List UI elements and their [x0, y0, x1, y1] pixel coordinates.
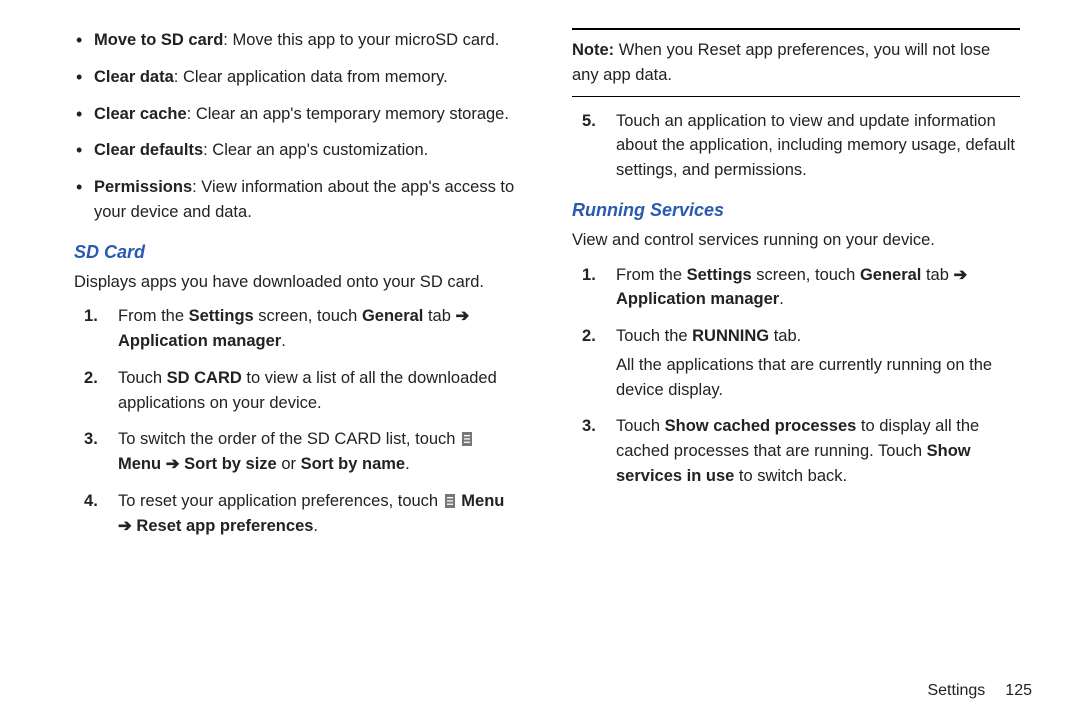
- step-3: To switch the order of the SD CARD list,…: [74, 427, 518, 477]
- option-bullet-list: Move to SD card: Move this app to your m…: [74, 28, 518, 225]
- rs-step-1: From the Settings screen, touch General …: [572, 263, 1020, 313]
- option-bullet: Clear defaults: Clear an app's customiza…: [92, 138, 518, 163]
- note-block: Note: When you Reset app preferences, yo…: [572, 38, 1020, 88]
- note-rule-top: [572, 28, 1020, 30]
- page-footer: Settings 125: [927, 682, 1032, 700]
- manual-page: Move to SD card: Move this app to your m…: [0, 0, 1080, 720]
- continued-steps: Touch an application to view and update …: [572, 109, 1020, 183]
- sd-card-heading: SD Card: [74, 239, 518, 266]
- rs-step-2: Touch the RUNNING tab. All the applicati…: [572, 324, 1020, 402]
- step-5: Touch an application to view and update …: [572, 109, 1020, 183]
- menu-icon: [462, 432, 472, 446]
- arrow-icon: ➔: [954, 266, 968, 284]
- footer-section: Settings: [927, 682, 985, 699]
- note-rule-bottom: [572, 96, 1020, 97]
- running-services-intro: View and control services running on you…: [572, 228, 1020, 253]
- option-bullet: Clear cache: Clear an app's temporary me…: [92, 102, 518, 127]
- arrow-icon: ➔: [456, 307, 470, 325]
- running-services-heading: Running Services: [572, 197, 1020, 224]
- footer-page-number: 125: [1005, 682, 1032, 699]
- option-bullet: Move to SD card: Move this app to your m…: [92, 28, 518, 53]
- arrow-icon: ➔: [118, 517, 132, 535]
- step-2: Touch SD CARD to view a list of all the …: [74, 366, 518, 416]
- sd-card-intro: Displays apps you have downloaded onto y…: [74, 270, 518, 295]
- rs-step-3: Touch Show cached processes to display a…: [572, 414, 1020, 488]
- left-column: Move to SD card: Move this app to your m…: [30, 28, 540, 710]
- arrow-icon: ➔: [166, 455, 180, 473]
- menu-icon: [445, 494, 455, 508]
- sd-card-steps: From the Settings screen, touch General …: [74, 304, 518, 538]
- running-services-steps: From the Settings screen, touch General …: [572, 263, 1020, 489]
- right-column: Note: When you Reset app preferences, yo…: [540, 28, 1050, 710]
- step-4: To reset your application preferences, t…: [74, 489, 518, 539]
- option-bullet: Permissions: View information about the …: [92, 175, 518, 225]
- step-1: From the Settings screen, touch General …: [74, 304, 518, 354]
- option-bullet: Clear data: Clear application data from …: [92, 65, 518, 90]
